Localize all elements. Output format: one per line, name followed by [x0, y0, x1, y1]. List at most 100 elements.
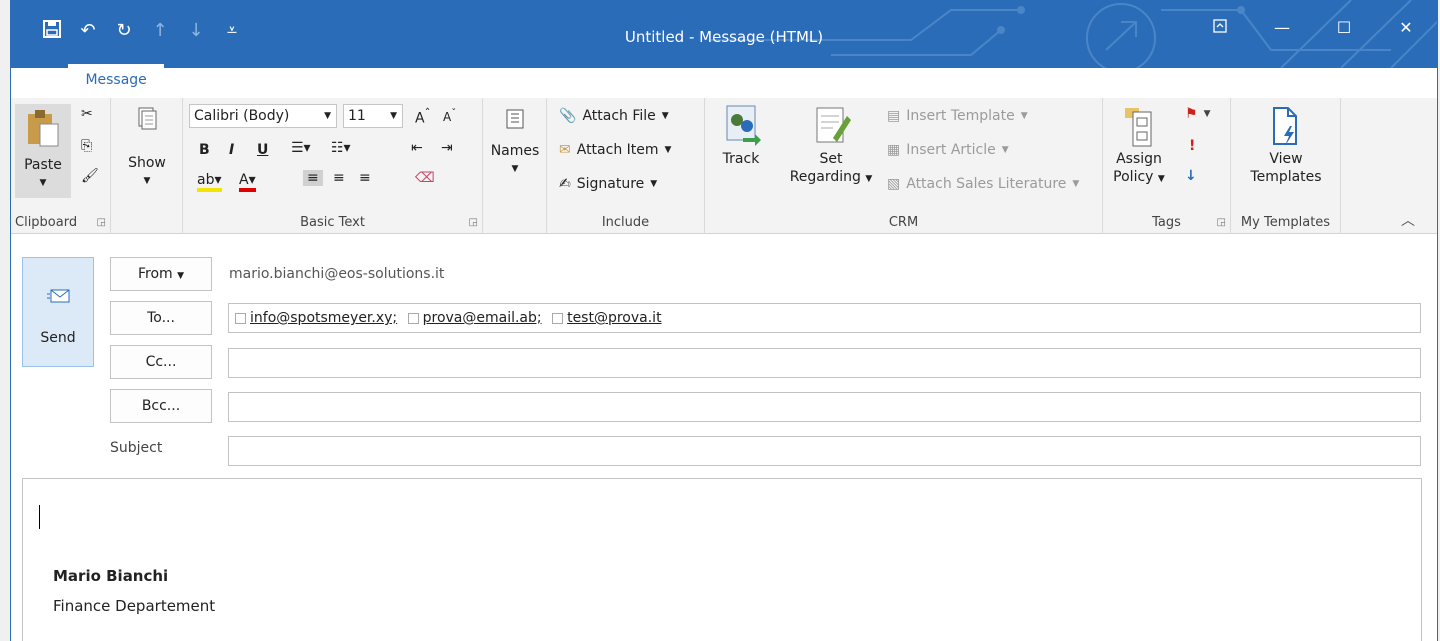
show-icon: [137, 106, 157, 130]
from-button[interactable]: From ▼: [110, 257, 212, 291]
recipient[interactable]: test@prova.it: [552, 304, 662, 332]
font-size-select[interactable]: 11 ▼: [343, 104, 403, 128]
copy-icon[interactable]: ⎘: [81, 138, 92, 154]
tab-insert[interactable]: Insert: [164, 74, 238, 98]
increase-indent-icon[interactable]: ⇥: [441, 140, 453, 156]
paste-button[interactable]: Paste ▼: [15, 104, 71, 198]
decrease-indent-icon[interactable]: ⇤: [411, 140, 423, 156]
font-name-select[interactable]: Calibri (Body) ▼: [189, 104, 337, 128]
clear-formatting-icon[interactable]: ⌫: [415, 170, 435, 186]
align-left-icon[interactable]: ≡: [303, 170, 323, 186]
group-clipboard: Paste ▼ ✂ ⎘ 🖌 Clipboard ◲: [11, 98, 111, 234]
numbering-icon[interactable]: ☷▾: [331, 140, 351, 156]
highlight-icon[interactable]: ab▾: [197, 172, 222, 192]
group-names: Names ▼: [483, 98, 547, 234]
tab-review[interactable]: Review: [442, 74, 526, 98]
view-templates-icon: [1270, 104, 1302, 150]
follow-up-flag-icon[interactable]: ⚑ ▼: [1185, 106, 1210, 122]
signature-name: Mario Bianchi: [53, 567, 169, 585]
recipient[interactable]: prova@email.ab;: [407, 304, 542, 332]
shrink-font-icon[interactable]: Aˇ: [443, 108, 456, 124]
tab-options[interactable]: Options: [238, 74, 326, 98]
font-color-icon[interactable]: A▾: [239, 172, 256, 192]
chevron-down-icon: ▼: [177, 271, 185, 281]
grow-font-icon[interactable]: Aˆ: [415, 106, 430, 127]
tell-me-box[interactable]: ♀ Tell me what you want to do...: [526, 74, 787, 98]
article-icon: ▦: [887, 142, 901, 158]
group-my-templates: View Templates My Templates: [1231, 98, 1341, 234]
subject-field[interactable]: [228, 436, 1421, 466]
view-templates-button[interactable]: View Templates: [1237, 104, 1335, 186]
insert-article-button[interactable]: ▦ Insert Article ▼: [887, 142, 1009, 158]
italic-icon[interactable]: I: [229, 142, 234, 158]
attach-item-button[interactable]: ✉ Attach Item ▼: [559, 142, 671, 158]
group-label-clipboard: Clipboard: [15, 215, 78, 230]
assign-policy-icon: [1123, 104, 1155, 150]
show-button[interactable]: Show ▼: [117, 106, 177, 190]
recipient-checkbox-icon: [235, 312, 246, 324]
message-body[interactable]: Mario Bianchi Finance Departement: [22, 478, 1422, 641]
group-include: 📎 Attach File ▼ ✉ Attach Item ▼ ✍ Signature ▼ …: [547, 98, 705, 234]
bullets-icon[interactable]: ☰▾: [291, 140, 311, 156]
assign-label: Assign: [1116, 151, 1162, 167]
to-field[interactable]: info@spotsmeyer.xy; prova@email.ab; test…: [228, 303, 1421, 333]
bold-icon[interactable]: B: [199, 142, 210, 158]
tell-me-text: Tell me what you want to do...: [559, 74, 770, 90]
group-label-my-templates: My Templates: [1240, 215, 1331, 230]
low-importance-icon[interactable]: ↓: [1185, 168, 1197, 184]
names-label: Names: [490, 143, 540, 159]
track-label: Track: [722, 151, 760, 167]
from-value: mario.bianchi@eos-solutions.it: [229, 266, 445, 282]
ribbon-display-icon[interactable]: [1189, 18, 1251, 37]
format-painter-icon[interactable]: 🖌: [81, 168, 99, 184]
dialog-launcher-icon[interactable]: ◲: [97, 217, 106, 228]
chevron-down-icon: ▼: [650, 179, 658, 189]
maximize-icon[interactable]: ☐: [1313, 18, 1375, 37]
chevron-down-icon: ▼: [661, 111, 669, 121]
group-basic-text: Calibri (Body) ▼ 11 ▼ Aˆ Aˇ B I U ☰▾ ☷▾ ⇤ …: [183, 98, 483, 234]
attach-file-button[interactable]: 📎 Attach File ▼: [559, 108, 669, 124]
tab-message[interactable]: Message: [68, 64, 164, 98]
track-button[interactable]: Track: [711, 104, 771, 168]
recipient[interactable]: info@spotsmeyer.xy;: [235, 304, 397, 332]
tab-format-text[interactable]: Format Text: [326, 74, 442, 98]
tab-file[interactable]: File: [11, 74, 68, 98]
paperclip-icon: 📎: [559, 108, 577, 124]
set-regarding-icon: [811, 104, 851, 150]
high-importance-icon[interactable]: !: [1189, 138, 1195, 154]
align-center-icon[interactable]: ≡: [333, 170, 345, 186]
bcc-button[interactable]: Bcc...: [110, 389, 212, 423]
signature-button[interactable]: ✍ Signature ▼: [559, 176, 657, 192]
recipient-checkbox-icon: [407, 312, 419, 324]
collapse-ribbon-icon[interactable]: ︿: [1401, 210, 1415, 230]
dialog-launcher-icon[interactable]: ◲: [1217, 217, 1226, 228]
insert-template-button[interactable]: ▤ Insert Template ▼: [887, 108, 1028, 124]
sales-literature-icon: ▧: [887, 176, 901, 192]
dialog-launcher-icon[interactable]: ◲: [469, 217, 478, 228]
assign-policy-button[interactable]: Assign Policy ▼: [1107, 104, 1171, 188]
names-button[interactable]: Names ▼: [487, 108, 543, 178]
minimize-icon[interactable]: —: [1251, 18, 1313, 37]
chevron-down-icon: ▼: [390, 111, 397, 121]
subject-label: Subject: [110, 440, 163, 456]
group-label-crm: CRM: [888, 215, 919, 230]
templates-label: Templates: [1250, 169, 1322, 185]
chevron-down-icon: ▼: [1001, 145, 1009, 155]
set-regarding-button[interactable]: Set Regarding ▼: [781, 104, 881, 188]
to-button[interactable]: To...: [110, 301, 212, 335]
track-icon: [721, 104, 761, 150]
cc-button[interactable]: Cc...: [110, 345, 212, 379]
signature-department: Finance Departement: [53, 597, 216, 615]
bcc-field[interactable]: [228, 392, 1421, 422]
align-right-icon[interactable]: ≡: [359, 170, 371, 186]
cut-icon[interactable]: ✂: [81, 106, 93, 122]
view-label: View: [1269, 151, 1303, 167]
chevron-down-icon: ▼: [664, 145, 672, 155]
attach-sales-literature-button[interactable]: ▧ Attach Sales Literature ▼: [887, 176, 1079, 192]
underline-icon[interactable]: U: [257, 142, 268, 158]
window-controls: — ☐ ✕: [1189, 18, 1437, 37]
show-label: Show: [128, 155, 166, 171]
cc-field[interactable]: [228, 348, 1421, 378]
send-button[interactable]: Send: [22, 257, 94, 367]
close-icon[interactable]: ✕: [1375, 18, 1437, 37]
